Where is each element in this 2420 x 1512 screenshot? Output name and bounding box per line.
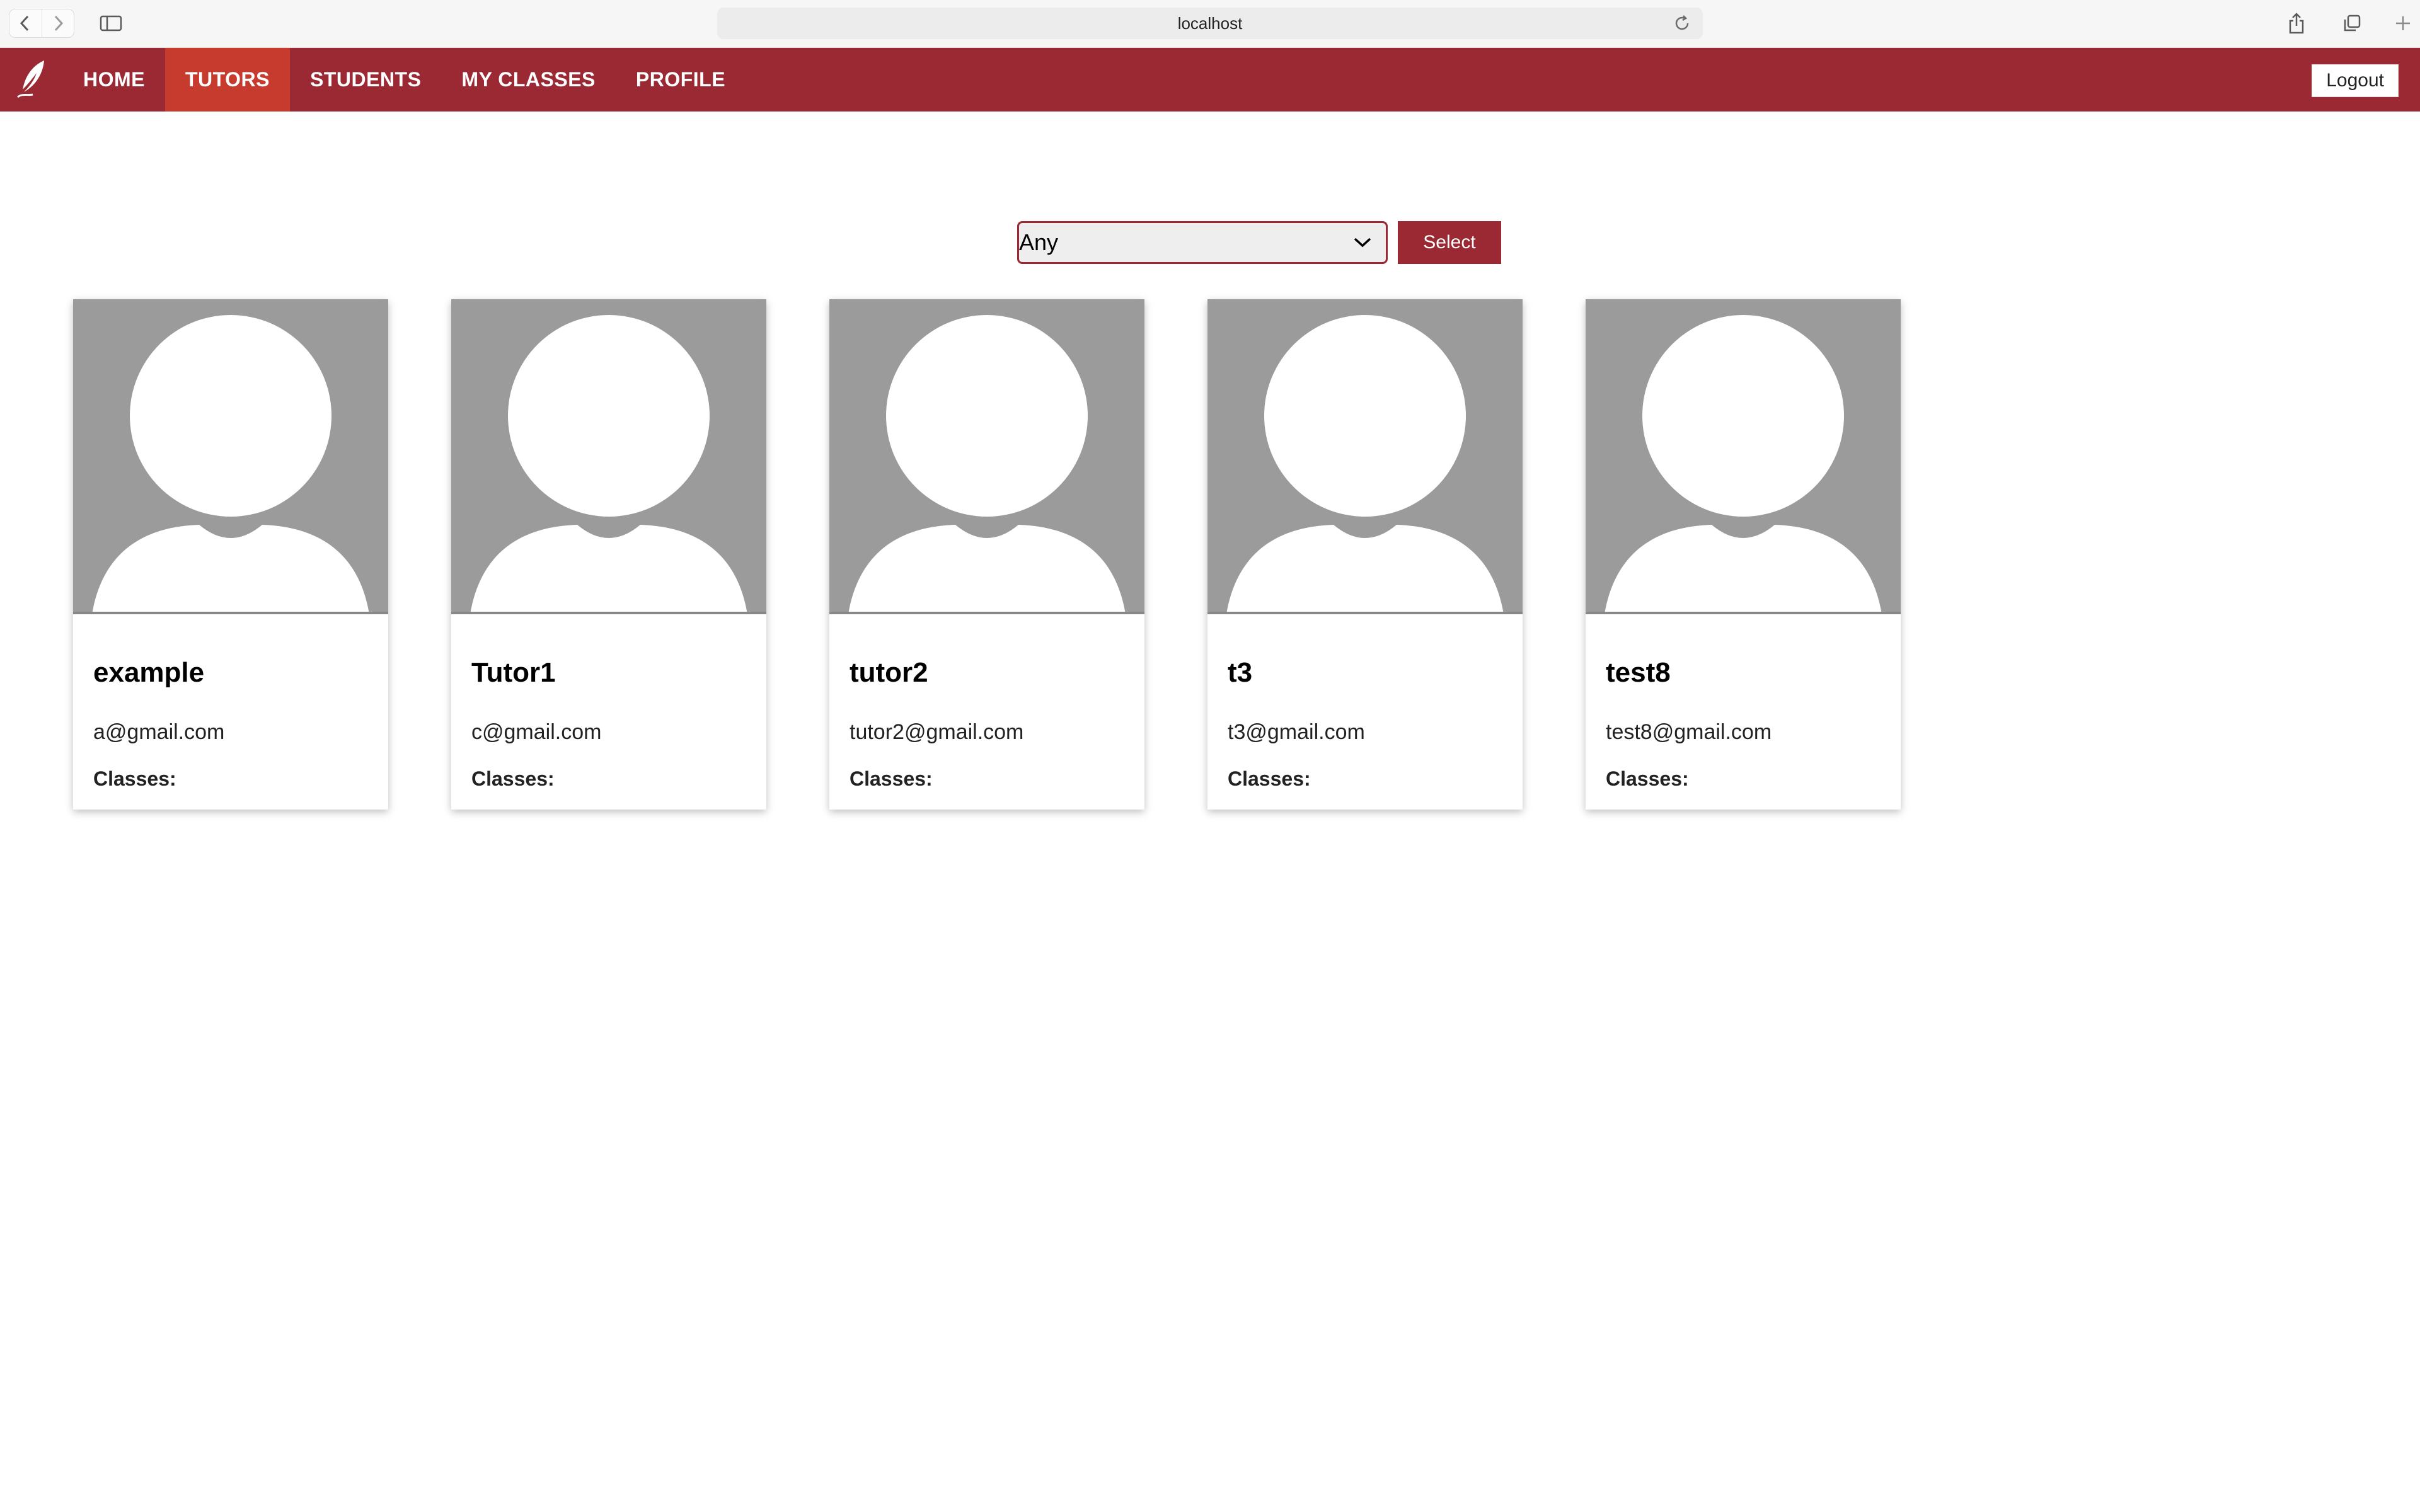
tutor-card-list: example a@gmail.com Classes: Tutor1 c@gm… bbox=[73, 299, 1901, 810]
tutor-card[interactable]: tutor2 tutor2@gmail.com Classes: bbox=[829, 299, 1144, 810]
tutor-card[interactable]: example a@gmail.com Classes: bbox=[73, 299, 388, 810]
quill-logo-icon[interactable] bbox=[0, 48, 63, 112]
tutor-name: t3 bbox=[1228, 657, 1253, 688]
tutor-classes-label: Classes: bbox=[1606, 767, 1689, 790]
tutor-filter: Any Select bbox=[1017, 220, 1501, 265]
tutor-card[interactable]: t3 t3@gmail.com Classes: bbox=[1207, 299, 1523, 810]
reload-icon[interactable] bbox=[1673, 14, 1691, 33]
main-navbar: HOME TUTORS STUDENTS MY CLASSES PROFILE … bbox=[0, 48, 2420, 112]
tutor-name: tutor2 bbox=[850, 657, 928, 688]
avatar-placeholder-icon bbox=[829, 299, 1144, 614]
nav-profile[interactable]: PROFILE bbox=[616, 48, 746, 112]
tutor-email: tutor2@gmail.com bbox=[850, 720, 1024, 744]
avatar-placeholder-icon bbox=[451, 299, 766, 614]
tutor-email: t3@gmail.com bbox=[1228, 720, 1365, 744]
forward-icon[interactable] bbox=[41, 9, 74, 37]
tutor-classes-label: Classes: bbox=[850, 767, 933, 790]
sidebar-icon[interactable] bbox=[92, 9, 130, 38]
avatar-placeholder-icon bbox=[1586, 299, 1901, 614]
tutor-card[interactable]: test8 test8@gmail.com Classes: bbox=[1586, 299, 1901, 810]
new-tab-icon[interactable] bbox=[2387, 9, 2419, 38]
tabs-overview-icon[interactable] bbox=[2333, 9, 2371, 38]
nav-tutors[interactable]: TUTORS bbox=[165, 48, 290, 112]
nav-my-classes[interactable]: MY CLASSES bbox=[441, 48, 615, 112]
avatar-placeholder-icon bbox=[1207, 299, 1523, 614]
url-text: localhost bbox=[1177, 13, 1243, 33]
share-icon[interactable] bbox=[2278, 9, 2315, 38]
tutor-email: a@gmail.com bbox=[93, 720, 225, 744]
tutor-name: Tutor1 bbox=[471, 657, 556, 688]
tutor-name: example bbox=[93, 657, 205, 688]
nav-home[interactable]: HOME bbox=[63, 48, 165, 112]
tutor-classes-label: Classes: bbox=[471, 767, 555, 790]
back-icon[interactable] bbox=[9, 9, 42, 37]
select-value: Any bbox=[1019, 229, 1059, 255]
tutor-card[interactable]: Tutor1 c@gmail.com Classes: bbox=[451, 299, 766, 810]
select-button[interactable]: Select bbox=[1398, 221, 1501, 264]
class-select[interactable]: Any bbox=[1017, 221, 1388, 264]
address-bar[interactable]: localhost bbox=[717, 8, 1703, 39]
avatar-placeholder-icon bbox=[73, 299, 388, 614]
nav-students[interactable]: STUDENTS bbox=[290, 48, 441, 112]
logout-button[interactable]: Logout bbox=[2312, 64, 2399, 97]
tutor-classes-label: Classes: bbox=[1228, 767, 1311, 790]
tutor-email: test8@gmail.com bbox=[1606, 720, 1772, 744]
chevron-down-icon bbox=[1354, 238, 1371, 248]
tutor-name: test8 bbox=[1606, 657, 1671, 688]
history-nav bbox=[9, 9, 74, 38]
tutor-email: c@gmail.com bbox=[471, 720, 602, 744]
tutor-classes-label: Classes: bbox=[93, 767, 176, 790]
browser-toolbar: localhost bbox=[0, 0, 2420, 48]
